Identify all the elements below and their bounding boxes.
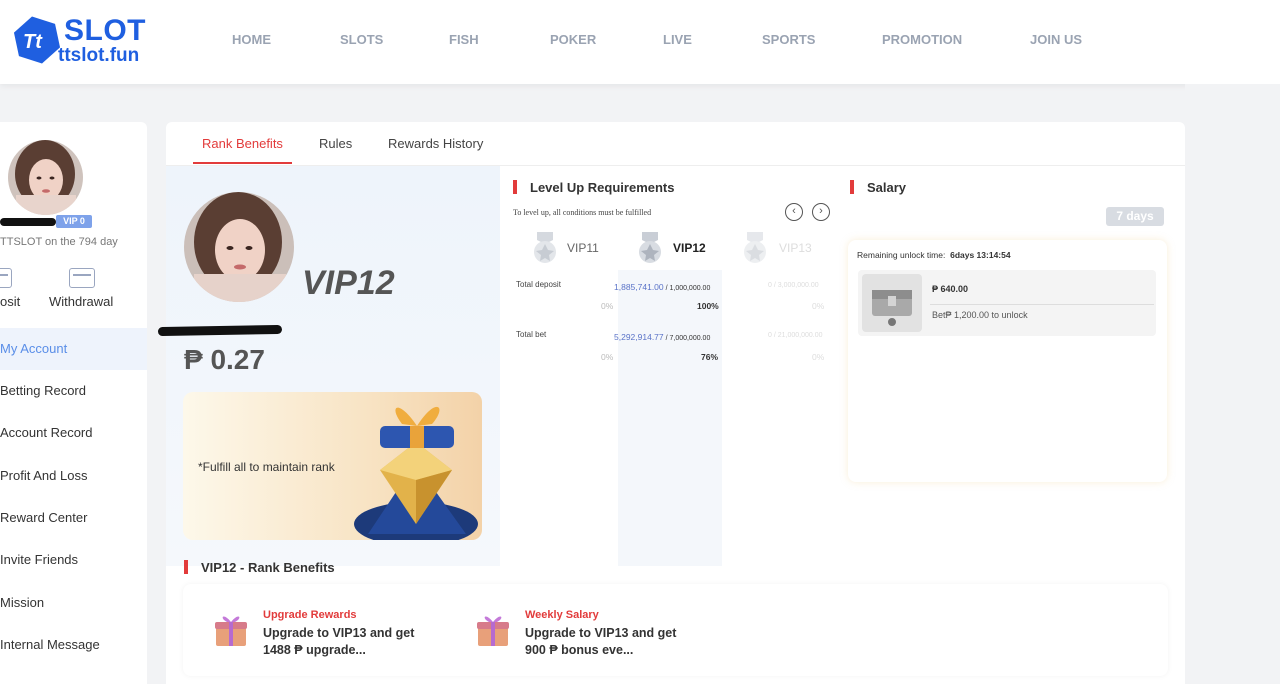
benefit-tag-weekly-salary: Weekly Salary <box>525 609 599 621</box>
avatar-large <box>184 192 294 302</box>
req-bet-target: / 7,000,000.00 <box>663 335 711 342</box>
salary-amount: ₱ 640.00 <box>932 284 969 294</box>
unlock-label: Remaining unlock time: <box>857 250 946 260</box>
account-balance: ₱ 0.27 <box>184 344 265 375</box>
req-label-bet: Total bet <box>516 330 547 339</box>
salary-panel: Salary 7 days Remaining unlock time: 6da… <box>840 166 1185 566</box>
gift-box-icon <box>215 616 247 646</box>
sidebar-item-invite-friends[interactable]: Invite Friends <box>0 539 147 581</box>
level-up-title: Level Up Requirements <box>530 180 675 195</box>
avatar-portrait-icon <box>8 140 83 215</box>
sidebar-item-betting-record[interactable]: Betting Record <box>0 370 147 412</box>
vip-level-badge: VIP 0 <box>56 215 92 228</box>
level-next-label[interactable]: VIP13 <box>779 241 812 255</box>
sidebar-item-internal-message[interactable]: Internal Message <box>0 624 147 666</box>
sidebar-item-my-account[interactable]: My Account <box>0 328 147 370</box>
logo-title: SLOT <box>64 14 146 47</box>
req-bet-value: 5,292,914.77 / 7,000,000.00 <box>614 332 710 342</box>
sidebar-item-reward-center[interactable]: Reward Center <box>0 497 147 539</box>
nav-live[interactable]: LIVE <box>663 32 692 47</box>
sidebar-item-profit-and-loss[interactable]: Profit And Loss <box>0 455 147 497</box>
level-prev-label[interactable]: VIP11 <box>567 241 599 255</box>
req-bet-current: 5,292,914.77 <box>614 332 664 342</box>
active-tab-underline <box>193 162 292 164</box>
redacted-name <box>157 324 283 337</box>
sidebar-item-mission[interactable]: Mission <box>0 582 147 624</box>
benefit-tag-upgrade: Upgrade Rewards <box>263 609 357 621</box>
tab-rank-benefits[interactable]: Rank Benefits <box>202 136 283 151</box>
locked-chest-icon <box>862 274 922 332</box>
req-bet-next: 0 / 21,000,000.00 <box>768 332 823 339</box>
nav-join-us[interactable]: JOIN US <box>1030 32 1082 47</box>
maintain-rank-banner: *Fulfill all to maintain rank <box>183 392 482 540</box>
top-header: Tt SLOT ttslot.fun HOME SLOTS FISH POKER… <box>0 0 1280 84</box>
withdrawal-label[interactable]: Withdrawal <box>49 294 113 309</box>
rank-panel: VIP12 ₱ 0.27 *Fulfill all to maintain ra… <box>157 166 500 566</box>
vip-main-card: Rank Benefits Rules Rewards History VIP1… <box>157 122 1185 684</box>
req-deposit-next: 0 / 3,000,000.00 <box>768 282 819 289</box>
page-background-strip <box>1185 84 1280 684</box>
rank-benefits-title: VIP12 - Rank Benefits <box>201 560 335 575</box>
current-vip-level: VIP12 <box>302 264 395 302</box>
member-days-text: TTSLOT on the 794 day <box>0 236 118 248</box>
req-deposit-value: 1,885,741.00 / 1,000,000.00 <box>614 282 710 292</box>
unlock-time: 6days 13:14:54 <box>950 250 1011 260</box>
unlock-countdown: Remaining unlock time: 6days 13:14:54 <box>857 250 1011 260</box>
avatar-large-portrait-icon <box>184 192 294 302</box>
diamond-gift-icon <box>354 406 478 540</box>
deposit-icon[interactable] <box>0 268 12 288</box>
req-deposit-target: / 1,000,000.00 <box>663 285 711 292</box>
level-up-hint: To level up, all conditions must be fulf… <box>513 208 652 217</box>
withdrawal-icon[interactable] <box>69 268 95 288</box>
logo-badge-text: Tt <box>23 31 43 53</box>
maintain-rank-text: *Fulfill all to maintain rank <box>198 460 335 474</box>
redacted-username <box>0 218 56 226</box>
benefit-desc-weekly-salary: Upgrade to VIP13 and get 900 ₱ bonus eve… <box>525 626 677 657</box>
divider <box>930 304 1154 305</box>
vip11-medal-icon <box>534 232 556 263</box>
gift-box-icon <box>477 616 509 646</box>
vip13-medal-icon <box>744 232 766 263</box>
req-bet-prev-pct: 0% <box>601 352 614 362</box>
req-label-deposit: Total deposit <box>516 280 561 289</box>
section-marker <box>850 180 854 194</box>
tab-rules[interactable]: Rules <box>319 136 352 151</box>
nav-home[interactable]: HOME <box>232 32 271 47</box>
req-deposit-next-pct: 0% <box>812 301 825 311</box>
vip-tabs: Rank Benefits Rules Rewards History <box>166 122 1185 166</box>
current-level-column <box>618 270 722 566</box>
nav-fish[interactable]: FISH <box>449 32 479 47</box>
nav-poker[interactable]: POKER <box>550 32 596 47</box>
logo-domain: ttslot.fun <box>58 45 140 66</box>
vip12-medal-icon <box>639 232 661 263</box>
section-marker <box>513 180 517 194</box>
nav-promotion[interactable]: PROMOTION <box>882 32 962 47</box>
salary-title: Salary <box>867 180 907 195</box>
nav-slots[interactable]: SLOTS <box>340 32 383 47</box>
salary-period-chip[interactable]: 7 days <box>1106 207 1164 226</box>
level-up-panel: Level Up Requirements To level up, all c… <box>500 166 840 566</box>
salary-reward-row[interactable]: ₱ 640.00 Bet₱ 1,200.00 to unlock <box>858 270 1156 336</box>
logo-badge-icon: Tt <box>13 16 61 64</box>
req-deposit-current: 1,885,741.00 <box>614 282 664 292</box>
nav-sports[interactable]: SPORTS <box>762 32 815 47</box>
salary-box: Remaining unlock time: 6days 13:14:54 ₱ … <box>848 240 1167 482</box>
req-bet-current-pct: 76% <box>701 352 719 362</box>
chevron-left-icon[interactable]: ‹ <box>785 203 803 221</box>
sidebar-item-account-record[interactable]: Account Record <box>0 412 147 454</box>
deposit-label[interactable]: osit <box>0 294 20 309</box>
level-current-label[interactable]: VIP12 <box>673 241 706 255</box>
benefit-desc-upgrade: Upgrade to VIP13 and get 1488 ₱ upgrade.… <box>263 626 415 657</box>
req-deposit-prev-pct: 0% <box>601 301 614 311</box>
req-deposit-current-pct: 100% <box>697 301 719 311</box>
tab-rewards-history[interactable]: Rewards History <box>388 136 483 151</box>
section-marker <box>184 560 188 574</box>
account-sidebar: VIP 0 TTSLOT on the 794 day osit Withdra… <box>0 122 147 684</box>
salary-bet-requirement: Bet₱ 1,200.00 to unlock <box>932 310 1028 320</box>
avatar[interactable] <box>8 140 83 215</box>
chevron-right-icon[interactable]: › <box>812 203 830 221</box>
site-logo[interactable]: Tt SLOT ttslot.fun <box>12 12 162 68</box>
rank-benefits-panel: Upgrade Rewards Upgrade to VIP13 and get… <box>183 584 1168 676</box>
req-bet-next-pct: 0% <box>812 352 825 362</box>
